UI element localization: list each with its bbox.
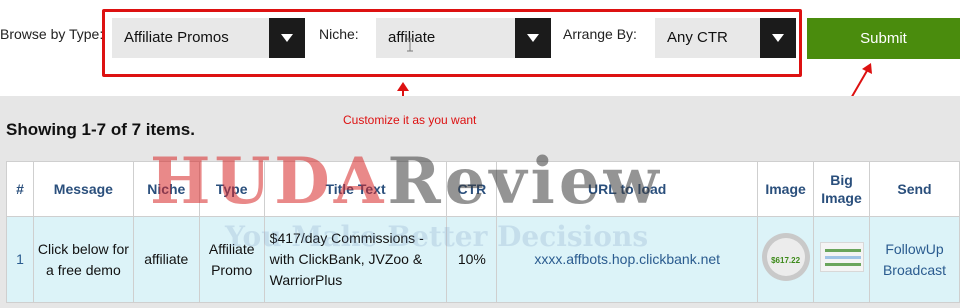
row-big-image[interactable] xyxy=(813,216,870,303)
big-image-thumbnail[interactable] xyxy=(819,241,864,272)
filter-bar: Browse by Type: Affiliate Promos Niche: … xyxy=(0,0,960,96)
earnings-badge-amount: $617.22 xyxy=(771,255,801,265)
annotation-text: Customize it as you want xyxy=(343,113,477,127)
row-number: 1 xyxy=(6,216,34,303)
followup-link[interactable]: FollowUp xyxy=(870,239,959,260)
column-header-type: Type xyxy=(198,161,265,217)
highlight-box xyxy=(102,9,802,77)
column-header-url: URL to load xyxy=(496,161,759,217)
row-message: Click below for a free demo xyxy=(32,216,134,303)
text-cursor-icon xyxy=(407,38,413,52)
row-url-link[interactable]: xxxx.affbots.hop.clickbank.net xyxy=(496,216,759,303)
table-row: 1 Click below for a free demo affiliate … xyxy=(6,216,960,303)
results-count: Showing 1-7 of 7 items. xyxy=(6,120,195,139)
row-image[interactable]: $617.22 xyxy=(757,216,815,303)
earnings-badge-image[interactable]: $617.22 xyxy=(761,232,810,281)
browse-by-type-label: Browse by Type: xyxy=(0,26,104,42)
table-header-row: # Message Niche Type Title Text CTR URL … xyxy=(6,161,960,217)
broadcast-link[interactable]: Broadcast xyxy=(870,260,959,281)
row-send: FollowUp Broadcast xyxy=(869,216,960,303)
column-header-image: Image xyxy=(757,161,815,217)
thumbnail-line xyxy=(824,255,861,259)
column-header-message: Message xyxy=(32,161,134,217)
column-header-title-text: Title Text xyxy=(263,161,448,217)
row-title-text: $417/day Commissions - with ClickBank, J… xyxy=(263,216,448,303)
submit-button[interactable]: Submit xyxy=(807,18,960,59)
results-panel: Showing 1-7 of 7 items. # Message Niche … xyxy=(0,96,960,308)
thumbnail-line xyxy=(824,262,861,266)
column-header-send: Send xyxy=(869,161,960,217)
thumbnail-line xyxy=(824,248,861,252)
column-header-niche: Niche xyxy=(132,161,200,217)
row-type: Affiliate Promo xyxy=(198,216,265,303)
column-header-big-image: Big Image xyxy=(813,161,870,217)
row-niche: affiliate xyxy=(132,216,200,303)
promo-table: # Message Niche Type Title Text CTR URL … xyxy=(6,161,960,303)
row-ctr: 10% xyxy=(446,216,498,303)
column-header-number: # xyxy=(6,161,34,217)
column-header-ctr: CTR xyxy=(446,161,498,217)
